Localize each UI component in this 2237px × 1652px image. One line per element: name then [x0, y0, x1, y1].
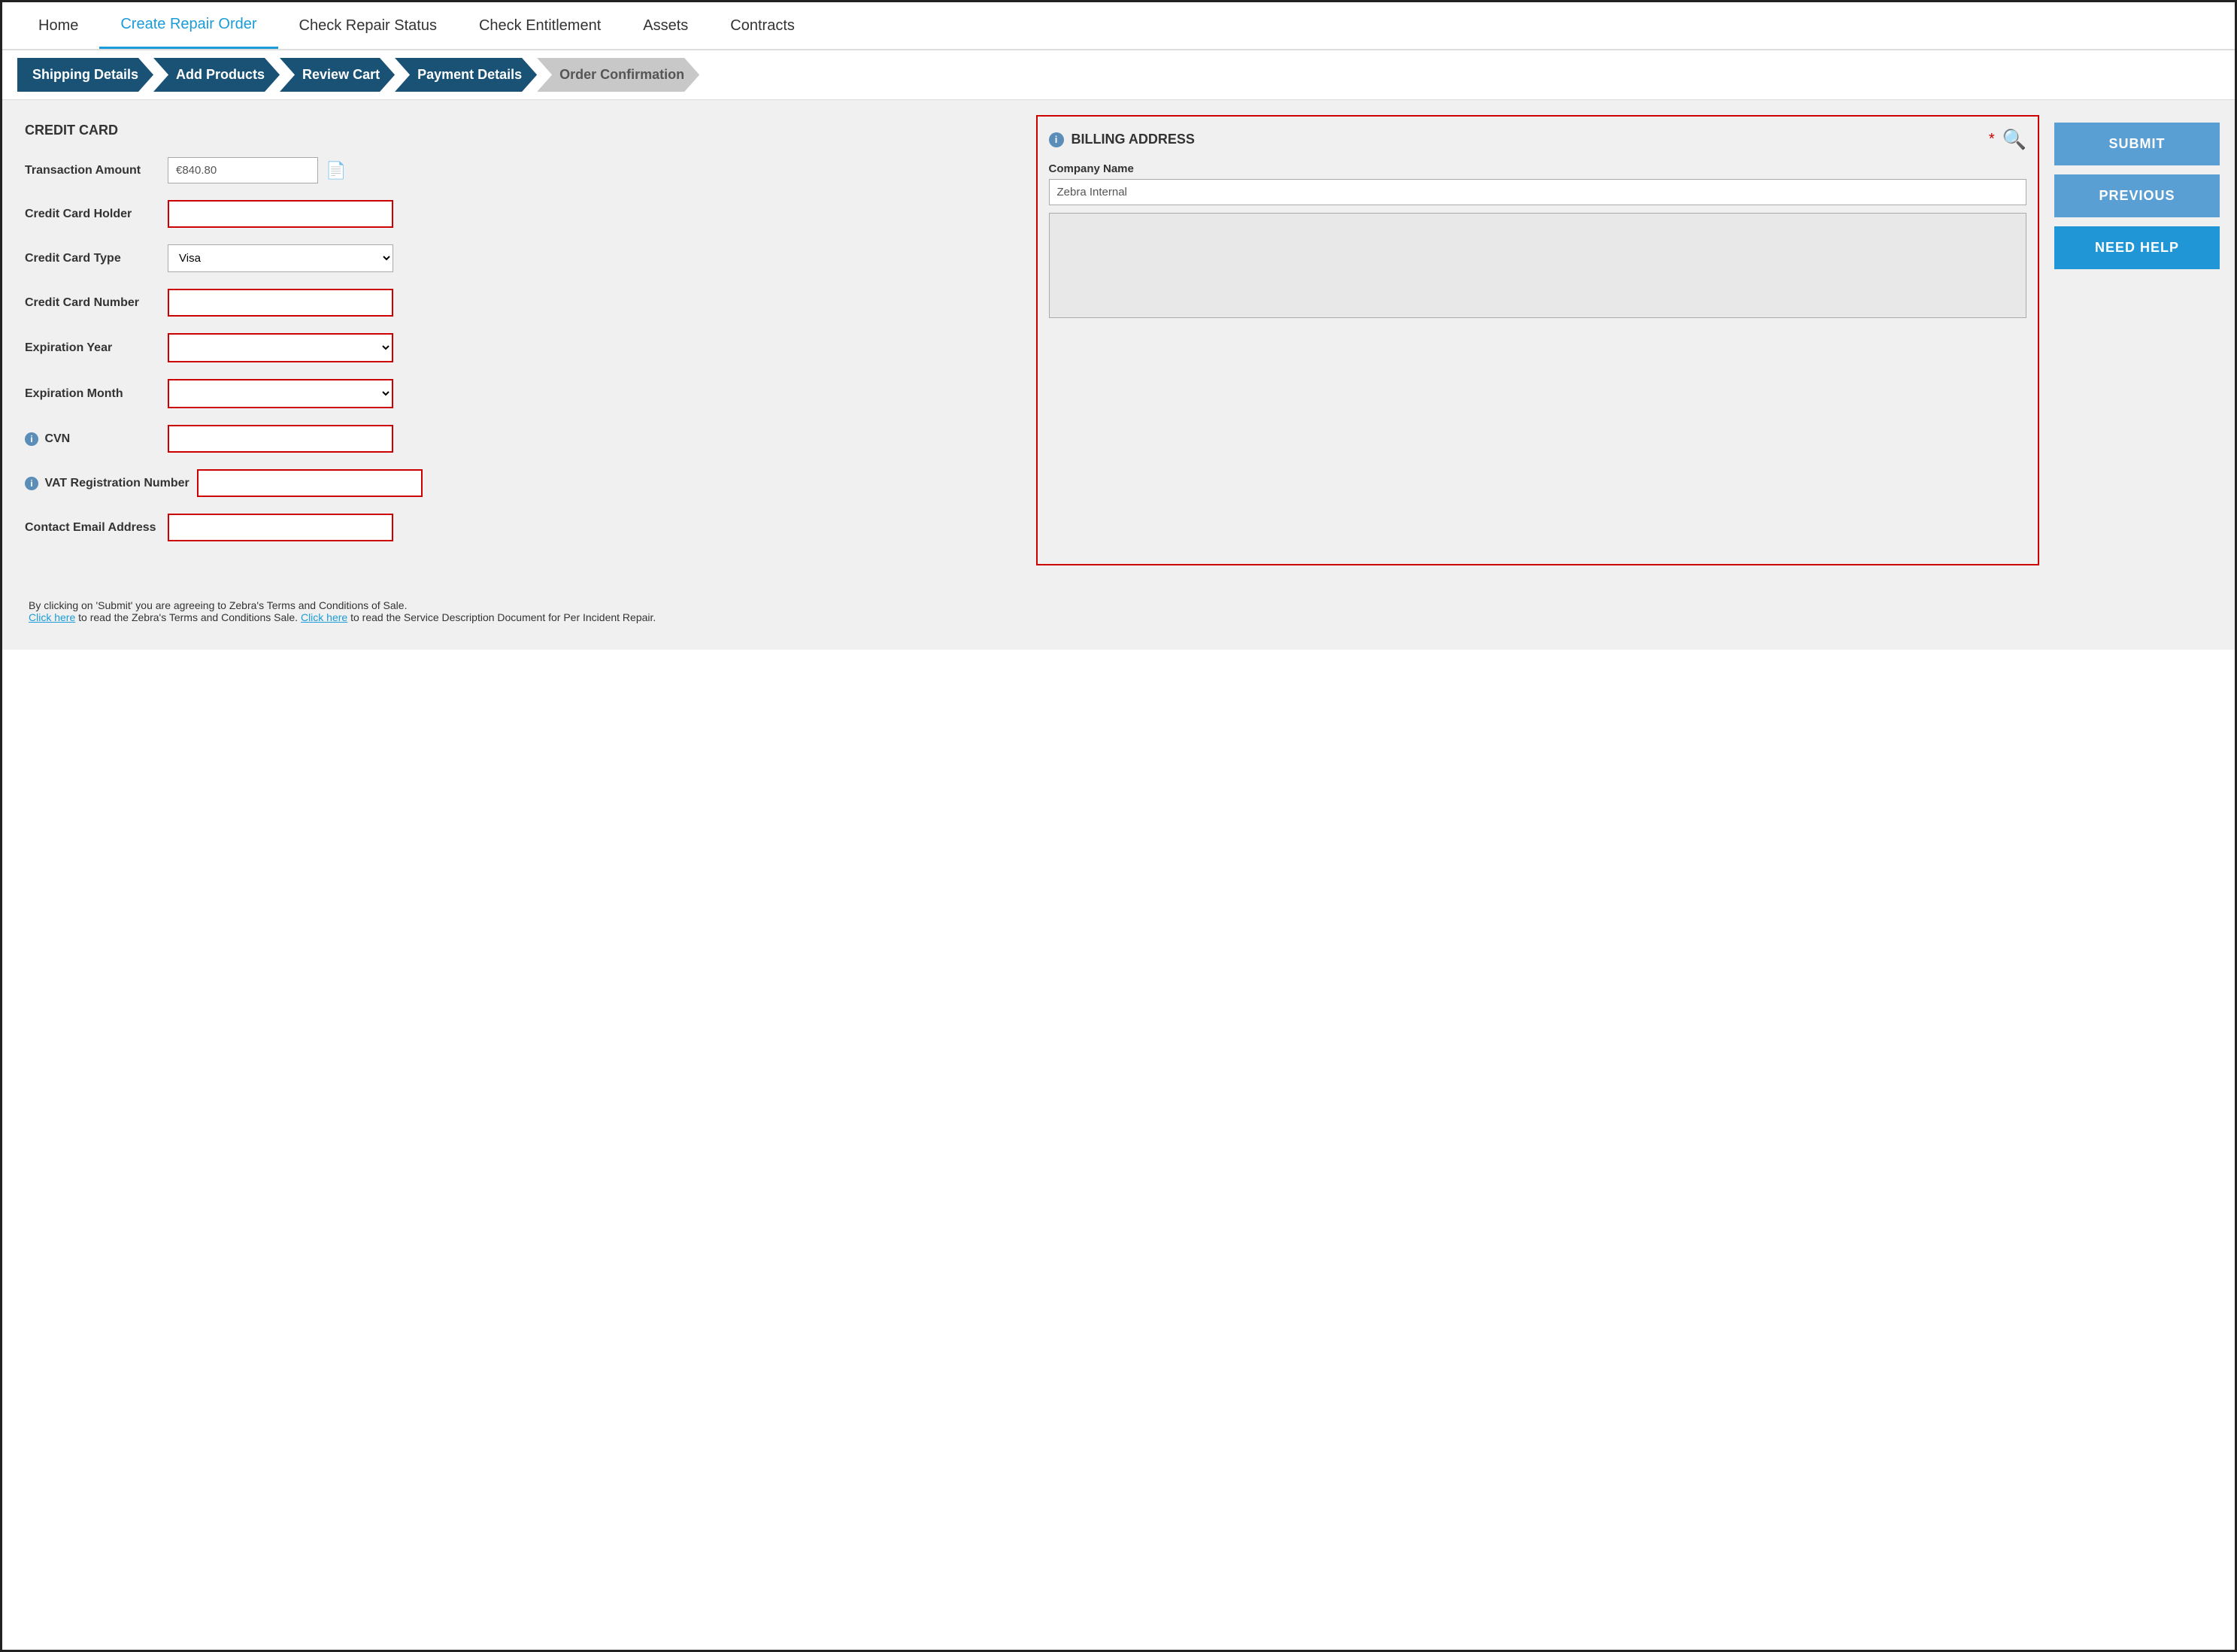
billing-address-title: BILLING ADDRESS	[1072, 132, 1981, 147]
vat-row: i VAT Registration Number	[25, 469, 1014, 497]
footer-link1[interactable]: Click here	[29, 611, 75, 623]
transaction-wrapper: 📄	[168, 157, 346, 183]
footer-link1-after: to read the Zebra's Terms and Conditions…	[78, 611, 301, 623]
step-review-cart-label: Review Cart	[280, 58, 395, 92]
step-add-products-label: Add Products	[153, 58, 280, 92]
expiration-year-label: Expiration Year	[25, 341, 160, 355]
credit-card-holder-input[interactable]	[168, 200, 393, 228]
expiration-month-label: Expiration Month	[25, 387, 160, 401]
nav-check-repair-status[interactable]: Check Repair Status	[278, 4, 458, 48]
action-panel: SUBMIT PREVIOUS NEED HELP	[2054, 115, 2220, 565]
main-content: CREDIT CARD Transaction Amount 📄 Credit …	[2, 100, 2235, 650]
expiration-month-select[interactable]: 01 02 03 04 05 06 07 08 09 10 11 12	[168, 379, 393, 408]
cvn-row: i CVN	[25, 425, 1014, 453]
step-payment-details[interactable]: Payment Details	[395, 58, 537, 92]
footer-line2: Click here to read the Zebra's Terms and…	[29, 611, 2208, 623]
need-help-button[interactable]: NEED HELP	[2054, 226, 2220, 269]
step-review-cart[interactable]: Review Cart	[280, 58, 395, 92]
billing-header: i BILLING ADDRESS * 🔍	[1049, 128, 2027, 151]
credit-card-holder-label: Credit Card Holder	[25, 208, 160, 221]
top-navigation: Home Create Repair Order Check Repair St…	[2, 2, 2235, 50]
contact-email-label: Contact Email Address	[25, 521, 160, 535]
credit-card-holder-row: Credit Card Holder	[25, 200, 1014, 228]
billing-address-textarea[interactable]	[1049, 213, 2027, 318]
document-icon[interactable]: 📄	[326, 161, 346, 180]
cvn-label: i CVN	[25, 432, 160, 446]
transaction-amount-label: Transaction Amount	[25, 164, 160, 177]
step-payment-details-label: Payment Details	[395, 58, 537, 92]
nav-home[interactable]: Home	[17, 4, 99, 48]
step-order-confirmation-label: Order Confirmation	[537, 58, 699, 92]
credit-card-number-row: Credit Card Number	[25, 289, 1014, 317]
vat-label: i VAT Registration Number	[25, 477, 189, 490]
credit-card-title: CREDIT CARD	[25, 123, 1014, 142]
footer: By clicking on 'Submit' you are agreeing…	[17, 588, 2220, 635]
nav-check-entitlement[interactable]: Check Entitlement	[458, 4, 622, 48]
step-shipping-details[interactable]: Shipping Details	[17, 58, 153, 92]
footer-line1: By clicking on 'Submit' you are agreeing…	[29, 599, 2208, 611]
content-grid: CREDIT CARD Transaction Amount 📄 Credit …	[17, 115, 2220, 565]
step-order-confirmation[interactable]: Order Confirmation	[537, 58, 699, 92]
transaction-amount-input[interactable]	[168, 157, 318, 183]
step-bar: Shipping Details Add Products Review Car…	[2, 50, 2235, 100]
cvn-info-icon[interactable]: i	[25, 432, 38, 446]
cvn-input[interactable]	[168, 425, 393, 453]
vat-info-icon[interactable]: i	[25, 477, 38, 490]
expiration-year-select[interactable]: 2024 2025 2026 2027 2028	[168, 333, 393, 362]
footer-link2-after: to read the Service Description Document…	[350, 611, 656, 623]
nav-create-repair-order[interactable]: Create Repair Order	[99, 2, 277, 49]
step-shipping-details-label: Shipping Details	[17, 58, 153, 92]
credit-card-number-label: Credit Card Number	[25, 296, 160, 310]
billing-address-panel: i BILLING ADDRESS * 🔍 Company Name	[1036, 115, 2040, 565]
contact-email-row: Contact Email Address	[25, 514, 1014, 541]
credit-card-type-label: Credit Card Type	[25, 252, 160, 265]
step-add-products[interactable]: Add Products	[153, 58, 280, 92]
credit-card-type-row: Credit Card Type Visa Mastercard America…	[25, 244, 1014, 272]
billing-search-icon[interactable]: 🔍	[2002, 128, 2026, 151]
company-name-label: Company Name	[1049, 162, 2027, 175]
nav-contracts[interactable]: Contracts	[709, 4, 816, 48]
footer-link2[interactable]: Click here	[301, 611, 347, 623]
company-name-input[interactable]	[1049, 179, 2027, 205]
billing-info-icon[interactable]: i	[1049, 132, 1064, 147]
transaction-amount-row: Transaction Amount 📄	[25, 157, 1014, 183]
credit-card-type-select[interactable]: Visa Mastercard American Express Discove…	[168, 244, 393, 272]
credit-card-panel: CREDIT CARD Transaction Amount 📄 Credit …	[17, 115, 1021, 565]
vat-input[interactable]	[197, 469, 423, 497]
nav-assets[interactable]: Assets	[622, 4, 709, 48]
expiration-month-row: Expiration Month 01 02 03 04 05 06 07 08…	[25, 379, 1014, 408]
required-star: *	[1989, 131, 1995, 148]
credit-card-number-input[interactable]	[168, 289, 393, 317]
submit-button[interactable]: SUBMIT	[2054, 123, 2220, 165]
expiration-year-row: Expiration Year 2024 2025 2026 2027 2028	[25, 333, 1014, 362]
previous-button[interactable]: PREVIOUS	[2054, 174, 2220, 217]
contact-email-input[interactable]	[168, 514, 393, 541]
